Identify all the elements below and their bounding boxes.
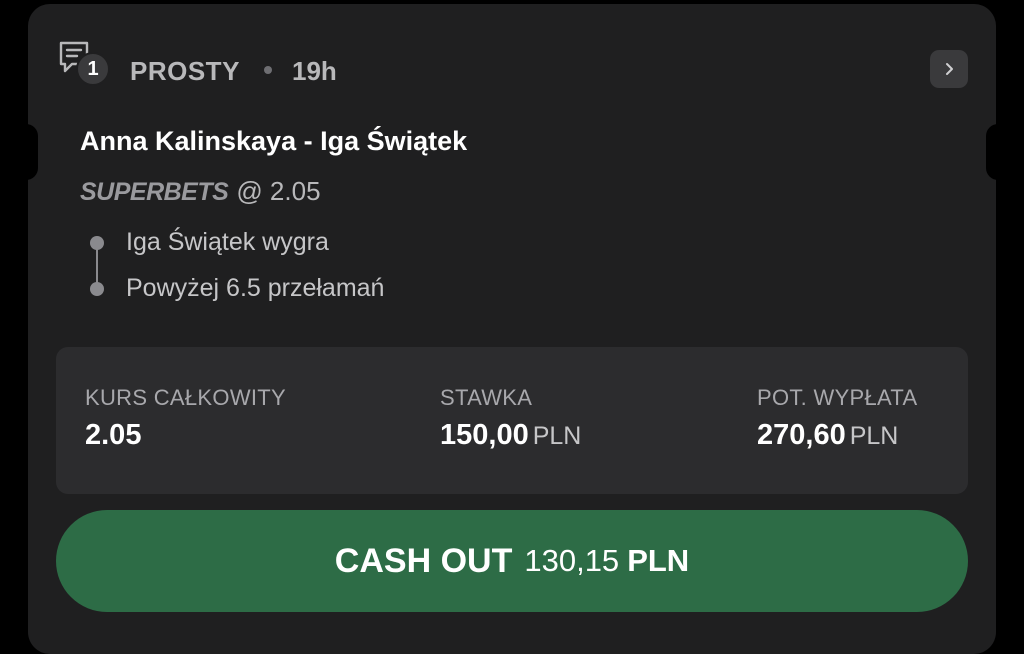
selection-item: Powyżej 6.5 przełamań — [126, 274, 385, 302]
chevron-right-icon — [941, 61, 957, 77]
cash-out-label: CASH OUT — [334, 541, 513, 580]
event-odds: @ 2.05 — [236, 176, 321, 206]
stake-label: STAWKA — [440, 385, 533, 410]
selection-item: Iga Świątek wygra — [126, 228, 329, 256]
separator-dot — [264, 66, 272, 74]
bet-type-label: PROSTY — [130, 56, 240, 86]
bet-summary-panel: KURS CAŁKOWITY 2.05 STAWKA 150,00 PLN POT… — [56, 347, 968, 494]
total-odds: KURS CAŁKOWITY 2.05 — [85, 385, 286, 452]
total-odds-label: KURS CAŁKOWITY — [85, 385, 287, 410]
selections-count-badge: 1 — [76, 52, 110, 86]
ticket-notch-right — [986, 124, 1006, 180]
timeline-dot — [90, 236, 104, 250]
stake: STAWKA 150,00 PLN — [440, 385, 581, 452]
selections-timeline — [90, 236, 104, 296]
potential-payout: POT. WYPŁATA 270,60 PLN — [757, 385, 917, 452]
bet-header: 1 PROSTY 19h — [58, 40, 970, 100]
payout-value: 270,60 PLN — [757, 419, 899, 451]
ticket-notch-left — [18, 124, 38, 180]
cash-out-amount: 130,15 — [524, 543, 620, 578]
time-ago: 19h — [292, 56, 337, 86]
bet-odds-line: SUPERBETS @ 2.05 — [80, 176, 321, 210]
cash-out-currency: PLN — [627, 543, 690, 578]
payout-label: POT. WYPŁATA — [757, 385, 918, 410]
bet-details-button[interactable] — [930, 50, 968, 88]
superbets-logo: SUPERBETS — [80, 178, 229, 206]
total-odds-value: 2.05 — [85, 419, 142, 451]
cash-out-button[interactable]: CASH OUT 130,15 PLN — [56, 510, 968, 612]
timeline-dot — [90, 282, 104, 296]
stake-value: 150,00 PLN — [440, 419, 582, 451]
event-title: Anna Kalinskaya - Iga Świątek — [80, 126, 468, 156]
